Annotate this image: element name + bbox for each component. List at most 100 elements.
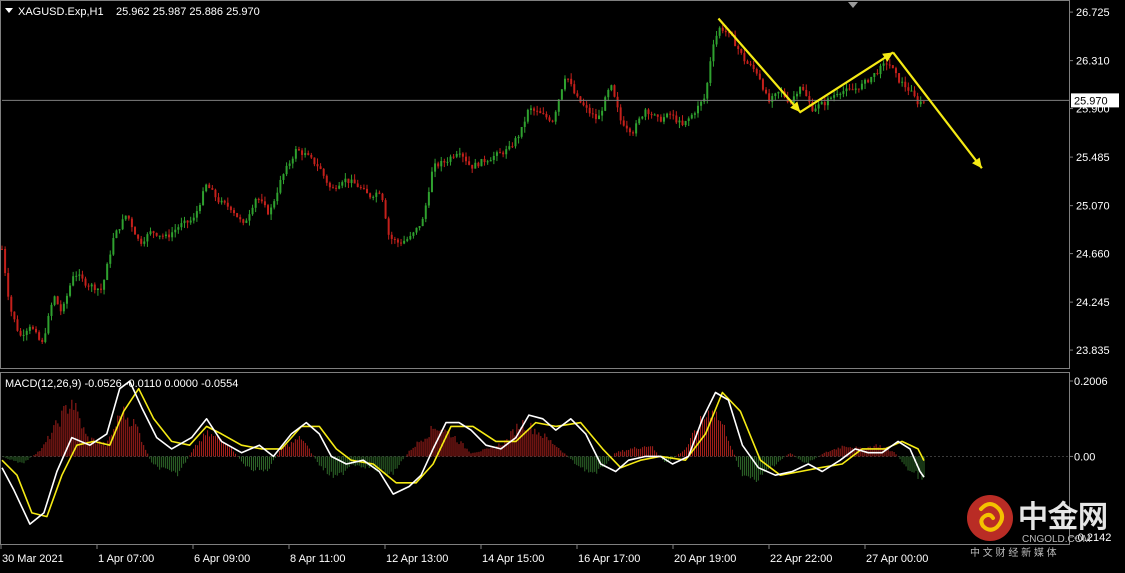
candle-body (38, 332, 41, 340)
candle-body (96, 288, 99, 290)
candle-body (396, 239, 399, 243)
candle-body (548, 117, 551, 121)
candle-body (492, 155, 495, 161)
candle-body (291, 158, 294, 164)
candle-body (867, 79, 870, 83)
candle-body (440, 160, 443, 167)
candle-body (267, 205, 270, 215)
candle-body (168, 234, 171, 238)
candle-body (907, 87, 910, 91)
candle-body (737, 46, 740, 50)
candle-body (226, 202, 229, 207)
time-tick-label: 12 Apr 13:00 (386, 553, 448, 565)
candle-body (910, 90, 913, 92)
candle-body (62, 303, 65, 312)
candle-body (134, 227, 137, 235)
candle-body (217, 197, 220, 203)
candle-body (350, 179, 353, 184)
candle-body (87, 285, 90, 287)
candle-body (477, 162, 480, 167)
candle-body (610, 85, 613, 90)
candle-body (35, 328, 38, 333)
chart-background (0, 0, 1125, 568)
candle-body (31, 326, 34, 329)
candle-body (836, 94, 839, 96)
candle-body (879, 65, 882, 75)
candle-body (297, 149, 300, 151)
candle-body (393, 238, 396, 240)
candle-body (362, 187, 365, 189)
candle-body (653, 114, 656, 116)
candle-body (746, 61, 749, 64)
candle-body (882, 63, 885, 66)
candle-body (662, 117, 665, 122)
candle-body (288, 163, 291, 166)
candle-body (814, 108, 817, 112)
candle-body (517, 136, 520, 139)
candle-body (619, 107, 622, 121)
candle-body (857, 88, 860, 90)
candle-body (839, 93, 842, 95)
candle-body (873, 73, 876, 77)
candle-body (919, 101, 922, 105)
candle-body (418, 226, 421, 228)
candle-body (461, 153, 464, 157)
time-tick-label: 6 Apr 09:00 (194, 553, 250, 565)
candle-body (149, 231, 152, 235)
macd-label: MACD(12,26,9) -0.0526 -0.0110 0.0000 -0.… (5, 378, 238, 390)
candle-body (712, 44, 715, 62)
candle-body (591, 113, 594, 115)
candle-body (557, 99, 560, 112)
time-tick-label: 20 Apr 19:00 (674, 553, 736, 565)
candle-body (647, 109, 650, 115)
candle-body (158, 235, 161, 237)
candle-body (792, 96, 795, 103)
candle-body (335, 187, 338, 189)
time-tick-label: 14 Apr 15:00 (482, 553, 544, 565)
candle-body (721, 27, 724, 31)
candle-body (229, 206, 232, 211)
candle-body (696, 105, 699, 114)
candle-body (260, 199, 263, 202)
price-tick-label: 24.245 (1076, 297, 1110, 309)
candle-body (359, 187, 362, 189)
candle-body (279, 179, 282, 193)
price-tick-label: 25.070 (1076, 201, 1110, 213)
candle-body (236, 213, 239, 218)
candle-body (251, 207, 254, 215)
candle-body (529, 108, 532, 110)
price-tick-label: 26.725 (1076, 7, 1110, 19)
candle-body (888, 64, 891, 66)
candle-body (598, 115, 601, 120)
candle-body (904, 81, 907, 88)
candle-body (328, 182, 331, 188)
candle-body (301, 150, 304, 155)
time-tick-label: 22 Apr 22:00 (770, 553, 832, 565)
candle-body (848, 88, 851, 90)
candle-body (127, 215, 130, 219)
candle-body (922, 101, 925, 103)
candle-body (449, 156, 452, 162)
candle-body (220, 200, 223, 203)
candle-body (211, 188, 214, 190)
watermark-tagline: 中 文 财 经 新 媒 体 (970, 546, 1057, 559)
candle-body (628, 128, 631, 133)
candle-body (115, 230, 118, 239)
candle-body (842, 91, 845, 94)
candle-body (310, 154, 313, 158)
candle-body (152, 231, 155, 233)
candle-body (93, 284, 96, 290)
candle-body (434, 163, 437, 172)
candle-body (443, 160, 446, 163)
candle-body (90, 284, 93, 287)
candle-body (554, 111, 557, 122)
candle-body (316, 164, 319, 167)
candle-body (666, 113, 669, 118)
candle-body (632, 132, 635, 134)
candle-body (573, 84, 576, 94)
candle-body (322, 168, 325, 176)
candle-body (353, 179, 356, 184)
candle-body (161, 235, 164, 237)
candle-body (205, 184, 208, 192)
candle-body (533, 108, 536, 111)
